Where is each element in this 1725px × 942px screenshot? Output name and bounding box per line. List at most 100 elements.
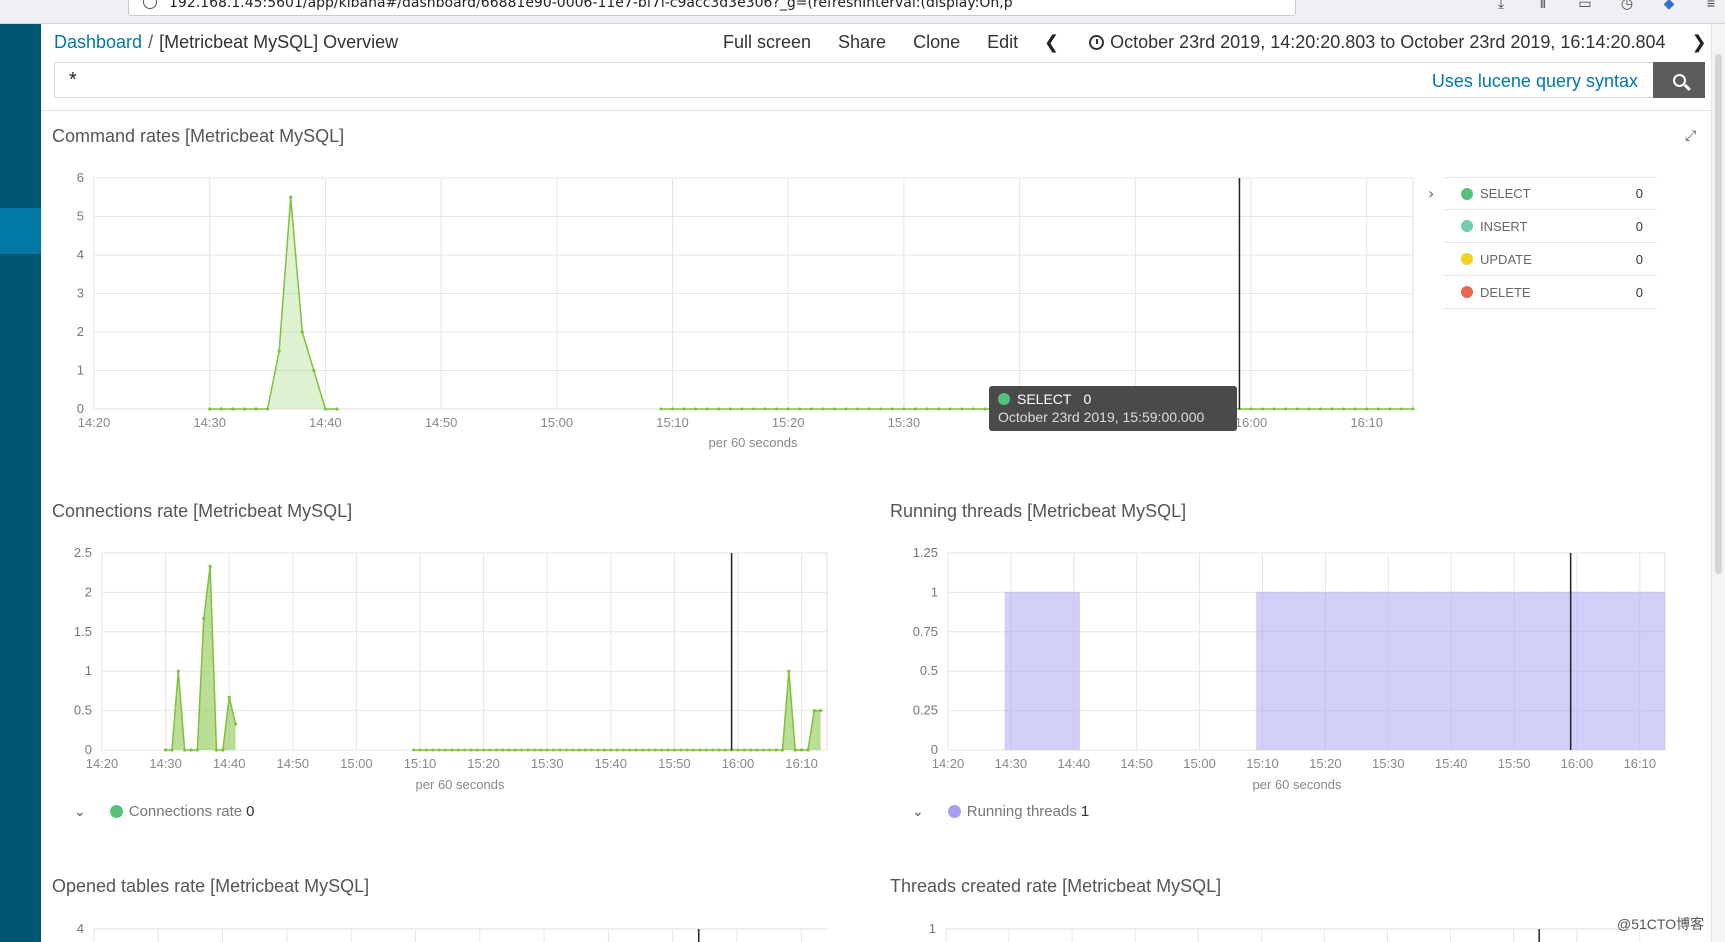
data-point	[494, 748, 498, 752]
data-point	[799, 748, 804, 752]
y-tick-label: 0.5	[920, 663, 938, 678]
legend-dot	[1461, 286, 1473, 298]
chevron-right-icon[interactable]: ❯	[1692, 32, 1707, 53]
extension-icon[interactable]: ◆	[1661, 0, 1677, 10]
data-point	[793, 748, 797, 752]
data-point	[948, 407, 952, 411]
data-point	[913, 407, 917, 411]
legend-value: 0	[1635, 251, 1643, 267]
series-line	[209, 197, 337, 410]
legend-dot	[1461, 253, 1473, 265]
tooltip-dot	[998, 393, 1010, 405]
data-point	[691, 748, 695, 752]
data-point	[564, 748, 568, 752]
chevron-down-icon[interactable]: ⌄	[74, 804, 86, 820]
data-point	[289, 195, 293, 199]
legend-value: 0	[1635, 218, 1643, 234]
data-point	[705, 407, 709, 411]
chevron-left-icon[interactable]: ❮	[1044, 32, 1059, 53]
breadcrumb-separator: /	[148, 32, 154, 52]
query-bar: * Uses lucene query syntax	[54, 62, 1705, 98]
panel-title-threads-created: Threads created rate [Metricbeat MySQL]	[890, 876, 1222, 896]
data-point	[437, 748, 441, 752]
data-point	[749, 748, 753, 752]
data-point	[545, 748, 549, 752]
x-tick-label: 15:00	[541, 415, 574, 430]
data-point	[890, 407, 894, 411]
x-tick-label: 14:40	[213, 756, 246, 771]
legend-item-insert[interactable]: INSERT 0	[1444, 210, 1657, 243]
info-icon[interactable]	[143, 0, 157, 9]
scroll-thumb[interactable]	[1715, 54, 1722, 574]
panel-title-command-rates: Command rates [Metricbeat MySQL]	[52, 126, 345, 146]
x-tick-label: 16:00	[722, 756, 755, 771]
breadcrumb: Dashboard / [Metricbeat MySQL] Overview	[54, 32, 398, 53]
clone-button[interactable]: Clone	[913, 32, 960, 53]
lucene-syntax-link[interactable]: Uses lucene query syntax	[1432, 71, 1638, 92]
search-input[interactable]: *	[69, 69, 77, 92]
y-tick-label: 2	[85, 584, 92, 599]
chart-tooltip: SELECT 0 October 23rd 2019, 15:59:00.000	[989, 386, 1237, 431]
data-point	[694, 407, 698, 411]
data-point	[937, 407, 941, 411]
data-point	[195, 748, 199, 752]
search-button[interactable]	[1653, 62, 1705, 98]
data-point	[628, 748, 632, 752]
legend-label[interactable]: Connections rate	[129, 803, 242, 820]
share-button[interactable]: Share	[838, 32, 886, 53]
legend-item-update[interactable]: UPDATE 0	[1444, 243, 1657, 276]
legend-label[interactable]: Running threads	[967, 803, 1077, 820]
nav-item-dashboard[interactable]	[0, 208, 41, 254]
edit-button[interactable]: Edit	[987, 32, 1018, 53]
data-point	[431, 748, 435, 752]
sidebar-icon[interactable]: ▭	[1577, 0, 1593, 10]
data-point	[761, 748, 765, 752]
data-point	[832, 407, 836, 411]
data-point	[740, 407, 744, 411]
page-scrollbar[interactable]	[1711, 24, 1725, 942]
legend-dot	[1461, 187, 1473, 200]
chart-frame	[947, 552, 1666, 751]
data-point	[671, 407, 675, 411]
legend-item-select[interactable]: SELECT 0	[1444, 177, 1657, 210]
download-icon[interactable]: ⤓	[1493, 0, 1509, 10]
clock-icon[interactable]	[1089, 35, 1105, 50]
time-range[interactable]: October 23rd 2019, 14:20:20.803 to Octob…	[1110, 32, 1665, 53]
x-tick-label: 15:30	[1372, 756, 1405, 771]
chevron-right-icon[interactable]: ›	[1428, 184, 1434, 203]
series-line	[165, 566, 237, 751]
data-point	[312, 368, 316, 373]
chevron-down-icon[interactable]: ⌄	[912, 804, 924, 820]
data-point	[698, 748, 702, 752]
data-point	[1411, 407, 1415, 411]
address-bar[interactable]: 192.168.1.45:5601/app/kibana#/dashboard/…	[128, 0, 1296, 16]
command-legend: SELECT 0 INSERT 0 UPDATE 0 DELETE 0	[1444, 177, 1657, 309]
x-tick-label: 14:30	[149, 756, 182, 771]
y-tick-label: 2.5	[74, 545, 92, 560]
data-point	[418, 748, 422, 752]
data-point	[780, 748, 785, 752]
data-point	[552, 748, 556, 752]
y-tick-label: 2	[77, 324, 84, 339]
divider	[41, 110, 1711, 111]
library-icon[interactable]: ⫴	[1535, 0, 1551, 10]
history-icon[interactable]: ◷	[1619, 0, 1635, 10]
data-point	[1307, 407, 1311, 411]
data-point	[1330, 407, 1334, 411]
data-point	[971, 407, 975, 411]
full-screen-button[interactable]: Full screen	[723, 32, 811, 53]
breadcrumb-dashboard-link[interactable]: Dashboard	[54, 32, 142, 52]
expand-icon[interactable]: ⤢	[1685, 128, 1699, 144]
data-point	[925, 407, 929, 411]
data-point	[821, 407, 825, 411]
x-tick-label: 15:10	[1246, 756, 1279, 771]
x-tick-label: 15:10	[404, 756, 437, 771]
legend-item-delete[interactable]: DELETE 0	[1444, 276, 1657, 309]
x-tick-label: 15:40	[1435, 756, 1468, 771]
menu-icon[interactable]: ≡	[1703, 0, 1719, 10]
x-tick-label: 14:20	[86, 756, 119, 771]
y-tick-label: 1	[929, 921, 936, 936]
legend-dot	[109, 805, 123, 818]
y-tick-label: 3	[77, 286, 84, 301]
data-point	[443, 748, 447, 752]
